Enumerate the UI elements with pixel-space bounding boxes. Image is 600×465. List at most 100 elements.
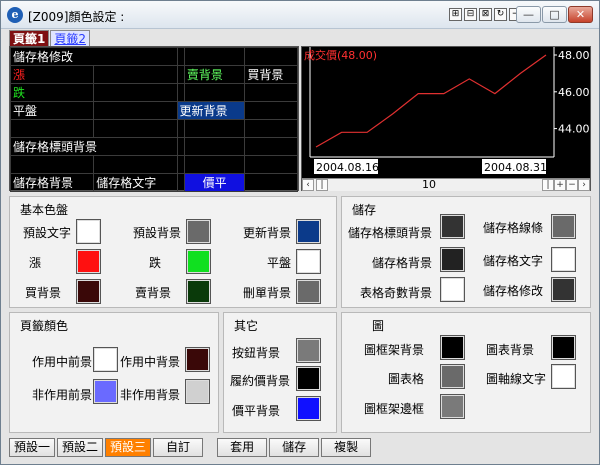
- tab-2[interactable]: 頁籤2: [50, 30, 90, 46]
- other-swatch[interactable]: [296, 338, 321, 363]
- layout-icon[interactable]: ⊟: [464, 8, 477, 21]
- grid-cell-header-bg-cell: 儲存格標頭背景: [10, 137, 178, 156]
- window-icon[interactable]: ⊠: [479, 8, 492, 21]
- basic-label: 預設文字: [22, 226, 71, 240]
- zoom-in-icon[interactable]: +: [554, 179, 566, 191]
- scroll-end-handle[interactable]: |: [542, 179, 554, 191]
- graph-title: 圖: [372, 319, 385, 333]
- basic-swatch[interactable]: [186, 249, 211, 274]
- grid-cell-bg-cell: 儲存格背景: [9, 173, 95, 192]
- tab-color-swatch[interactable]: [93, 347, 118, 372]
- other-swatch[interactable]: [296, 366, 321, 391]
- grid-sell-bg-cell: 賣背景: [183, 65, 246, 84]
- storage-label: 儲存格背景: [371, 256, 432, 270]
- copy-button[interactable]: 複製: [321, 438, 372, 457]
- minimize-button[interactable]: —: [516, 6, 541, 23]
- basic-label: 賣背景: [134, 286, 171, 300]
- x-label-end: 2004.08.31: [484, 161, 547, 174]
- basic-label: 平盤: [266, 256, 291, 270]
- basic-swatch[interactable]: [296, 279, 321, 304]
- storage-swatch[interactable]: [551, 214, 576, 239]
- scroll-value: 10: [422, 178, 436, 191]
- tab-color-label: 非作用背景: [119, 388, 180, 402]
- basic-swatch[interactable]: [296, 249, 321, 274]
- storage-label: 儲存格標頭背景: [347, 226, 432, 240]
- basic-label: 刪單背景: [242, 286, 291, 300]
- price-chart: 成交價(48.00) 48.00 46.00 44.00 2004.08.16 20…: [304, 47, 590, 174]
- refresh-icon[interactable]: ↻: [494, 8, 507, 21]
- color-settings-window: e [Z009]顏色設定 : ⊞ ⊟ ⊠ ↻ − + — □ ✕ 頁籤1 頁籤2…: [0, 0, 600, 465]
- basic-label: 漲: [28, 256, 41, 270]
- other-label: 履約價背景: [229, 374, 290, 388]
- tab-color-swatch[interactable]: [93, 379, 118, 404]
- app-logo-icon: e: [7, 7, 23, 23]
- storage-swatch[interactable]: [551, 277, 576, 302]
- tab-color-panel: 頁籤顏色 作用中前景 作用中背景 非作用前景 非作用背景: [9, 312, 219, 433]
- storage-panel: 儲存 儲存格標頭背景 儲存格線條 儲存格背景 儲存格文字 表格奇數背景 儲存格修…: [341, 196, 591, 308]
- basic-swatch[interactable]: [186, 219, 211, 244]
- graph-label: 圖表背景: [485, 343, 534, 357]
- y-tick-label: 48.00: [558, 49, 590, 62]
- basic-palette-title: 基本色盤: [20, 203, 69, 217]
- basic-label: 跌: [148, 256, 161, 270]
- other-label: 價平背景: [231, 404, 280, 418]
- restore-button[interactable]: □: [542, 6, 567, 23]
- grid-header-cell: 儲存格修改: [10, 47, 178, 66]
- custom-button[interactable]: 自訂: [153, 438, 204, 457]
- tile-icon[interactable]: ⊞: [449, 8, 462, 21]
- preset-one-button[interactable]: 預設一: [9, 438, 56, 457]
- preset-three-button[interactable]: 預設三: [105, 438, 152, 457]
- save-button[interactable]: 儲存: [269, 438, 320, 457]
- basic-swatch[interactable]: [76, 219, 101, 244]
- graph-panel: 圖 圖框架背景 圖表背景 圖表格 圖軸線文字 圖框架邊框: [341, 312, 591, 433]
- scroll-start-handle[interactable]: |: [316, 179, 328, 191]
- graph-label: 圖框架邊框: [363, 402, 424, 416]
- grid-up-cell: 漲: [9, 65, 95, 84]
- grid-buy-bg-cell: 買背景: [244, 65, 298, 84]
- basic-swatch[interactable]: [76, 279, 101, 304]
- tab-color-title: 頁籤顏色: [20, 319, 69, 333]
- storage-swatch[interactable]: [551, 247, 576, 272]
- graph-swatch[interactable]: [440, 335, 465, 360]
- y-tick-label: 46.00: [558, 86, 590, 99]
- y-tick-label: 44.00: [558, 123, 590, 136]
- graph-label: 圖框架背景: [363, 343, 424, 357]
- zoom-out-icon[interactable]: −: [566, 179, 578, 191]
- grid-down-cell: 跌: [9, 83, 95, 102]
- graph-swatch[interactable]: [440, 394, 465, 419]
- tab-color-swatch[interactable]: [185, 379, 210, 404]
- storage-swatch[interactable]: [440, 247, 465, 272]
- storage-label: 表格奇數背景: [359, 286, 432, 300]
- graph-swatch[interactable]: [440, 364, 465, 389]
- graph-label: 圖表格: [387, 372, 424, 386]
- chart-price-label: 成交價(48.00): [304, 48, 377, 62]
- tab-color-label: 作用中前景: [31, 355, 92, 369]
- apply-button[interactable]: 套用: [217, 438, 268, 457]
- basic-swatch[interactable]: [186, 279, 211, 304]
- other-swatch[interactable]: [296, 396, 321, 421]
- scroll-left-icon[interactable]: ‹: [302, 179, 314, 191]
- chart-scrollbar[interactable]: ‹ | 10 | + − ›: [302, 178, 590, 191]
- basic-swatch[interactable]: [76, 249, 101, 274]
- basic-swatch[interactable]: [296, 219, 321, 244]
- other-title: 其它: [234, 319, 259, 333]
- close-button[interactable]: ✕: [568, 6, 593, 23]
- grid-flat-cell: 平盤: [9, 101, 95, 120]
- preview-chart: 成交價(48.00) 48.00 46.00 44.00 2004.08.16 20…: [301, 46, 591, 191]
- preset-two-button[interactable]: 預設二: [57, 438, 104, 457]
- preview-grid: 儲存格修改 漲 賣背景 買背景 跌 平盤 更新背景 儲存格標頭背景 儲存格背景 儲存格文…: [9, 46, 299, 192]
- tab-color-swatch[interactable]: [185, 347, 210, 372]
- storage-title: 儲存: [352, 203, 377, 217]
- basic-palette-panel: 基本色盤 預設文字 預設背景 更新背景 漲 跌 平盤 買背景 賣背景 刪單背景: [9, 196, 337, 308]
- x-label-start: 2004.08.16: [316, 161, 379, 174]
- storage-swatch[interactable]: [440, 214, 465, 239]
- scroll-right-icon[interactable]: ›: [578, 179, 590, 191]
- bottom-toolbar: 預設一 預設二 預設三 自訂 套用 儲存 複製: [9, 438, 372, 457]
- tab-1[interactable]: 頁籤1: [9, 30, 50, 46]
- graph-swatch[interactable]: [551, 364, 576, 389]
- other-panel: 其它 按鈕背景 履約價背景 價平背景: [223, 312, 337, 433]
- storage-label: 儲存格線條: [482, 221, 543, 235]
- title-bar: e [Z009]顏色設定 : ⊞ ⊟ ⊠ ↻ − + — □ ✕: [1, 1, 599, 29]
- graph-swatch[interactable]: [551, 335, 576, 360]
- storage-swatch[interactable]: [440, 277, 465, 302]
